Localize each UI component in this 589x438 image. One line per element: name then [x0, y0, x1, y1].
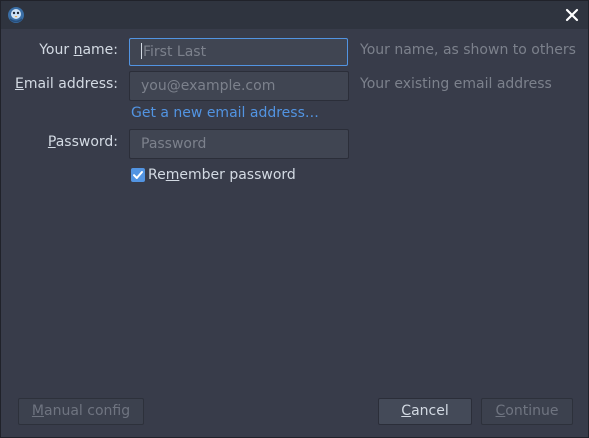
- titlebar: [1, 1, 588, 29]
- email-input-placeholder: you@example.com: [141, 78, 276, 94]
- email-hint: Your existing email address: [360, 76, 552, 92]
- checkmark-icon: [133, 171, 143, 179]
- password-input[interactable]: Password: [129, 129, 349, 159]
- name-hint: Your name, as shown to others: [360, 42, 576, 58]
- cancel-button[interactable]: Cancel: [378, 398, 472, 425]
- continue-button[interactable]: Continue: [481, 398, 573, 425]
- new-email-link[interactable]: Get a new email address…: [131, 105, 319, 121]
- manual-config-button[interactable]: Manual config: [18, 398, 144, 425]
- password-input-placeholder: Password: [141, 136, 207, 152]
- email-label: Email address:: [14, 76, 118, 92]
- remember-password-label[interactable]: Remember password: [148, 167, 296, 183]
- password-label: Password:: [47, 134, 118, 150]
- name-label: Your name:: [39, 42, 118, 58]
- close-icon[interactable]: [562, 5, 582, 25]
- name-input[interactable]: First Last: [129, 38, 348, 66]
- name-input-placeholder: First Last: [143, 44, 207, 60]
- thunderbird-icon: [6, 5, 26, 25]
- remember-password-checkbox[interactable]: [131, 168, 145, 182]
- email-input[interactable]: you@example.com: [129, 71, 349, 101]
- account-setup-dialog: Your name: First Last Your name, as show…: [0, 0, 589, 438]
- text-caret: [141, 43, 142, 59]
